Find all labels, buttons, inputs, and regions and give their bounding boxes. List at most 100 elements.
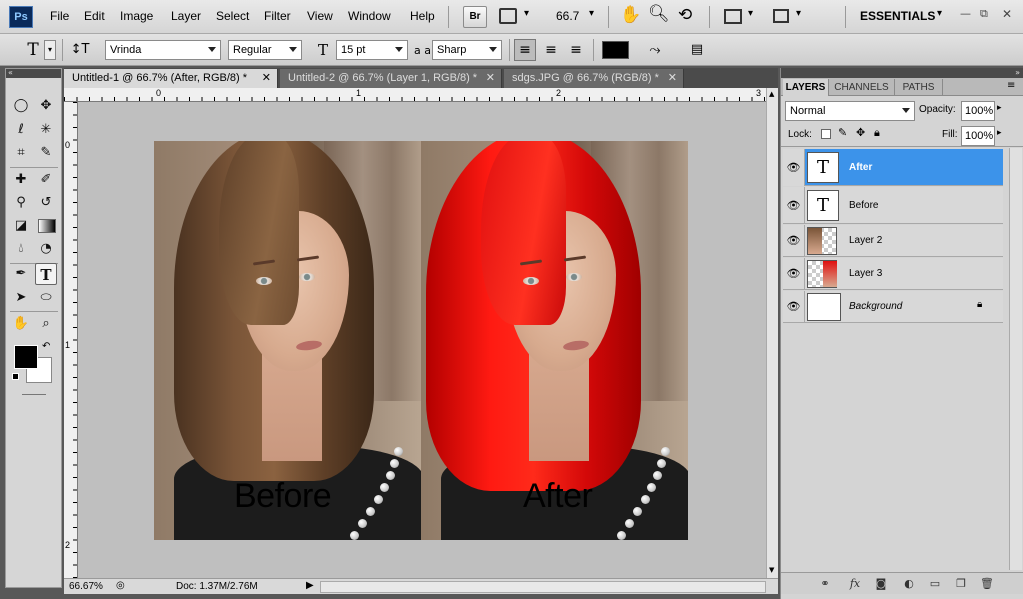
restore-button[interactable]: ⧉ (980, 7, 988, 21)
status-menu-arrow-icon[interactable]: ▶ (306, 580, 314, 591)
adjustment-layer-icon[interactable]: ◐ (901, 576, 917, 592)
minibridge-icon[interactable] (499, 8, 517, 24)
character-panel-icon[interactable]: ▤ (686, 39, 708, 61)
status-zoom[interactable]: 66.67% (69, 581, 103, 592)
screen-mode-chevron-icon[interactable]: ▾ (796, 8, 801, 19)
tools-panel-collapse[interactable]: « (6, 69, 61, 78)
ellipse-tool-icon[interactable]: ⬭ (35, 287, 57, 309)
close-icon[interactable]: ✕ (262, 69, 271, 87)
menu-filter[interactable]: Filter (264, 9, 291, 23)
layer-mask-icon[interactable]: ◙ (873, 576, 889, 592)
new-group-icon[interactable]: ▭ (927, 576, 943, 592)
blend-mode-select[interactable]: Normal (785, 101, 915, 121)
menu-help[interactable]: Help (410, 9, 435, 23)
close-button[interactable]: ✕ (1002, 7, 1012, 21)
align-left-icon[interactable]: ≡ (514, 39, 536, 61)
scroll-up-icon[interactable]: ▲ (769, 90, 774, 98)
zoom-chevron-icon[interactable]: ▾ (589, 8, 594, 19)
tab-layers[interactable]: LAYERS (783, 79, 829, 96)
menu-view[interactable]: View (307, 9, 333, 23)
arrange-chevron-icon[interactable]: ▾ (748, 8, 753, 19)
dodge-tool-icon[interactable]: ◔ (35, 238, 57, 260)
lock-all-icon[interactable]: 🔒︎ (874, 126, 880, 140)
fill-input[interactable]: 100% (961, 126, 995, 146)
text-orientation-icon[interactable]: ↕T (69, 39, 91, 61)
tab-untitled-1[interactable]: Untitled-1 @ 66.7% (After, RGB/8) * ✕ (64, 69, 278, 88)
eye-icon[interactable]: 👁︎ (783, 149, 805, 186)
vertical-scrollbar[interactable]: ▲ ▼ (766, 88, 778, 578)
layer-after[interactable]: 👁︎ T After (783, 149, 1003, 186)
text-tool-preset-icon[interactable]: T (22, 39, 44, 61)
opacity-input[interactable]: 100% (961, 101, 995, 121)
link-layers-icon[interactable]: ⚭ (817, 576, 833, 592)
eye-icon[interactable]: 👁︎ (783, 187, 805, 224)
text-color-swatch[interactable] (602, 41, 629, 59)
history-brush-tool-icon[interactable]: ↺ (35, 192, 57, 214)
layers-scrollbar[interactable] (1009, 148, 1022, 570)
menu-file[interactable]: File (50, 9, 69, 23)
document-canvas[interactable]: Before After (154, 141, 688, 540)
quick-mask-icon[interactable] (22, 394, 46, 395)
before-text-layer[interactable]: Before (234, 477, 332, 516)
eye-icon[interactable]: 👁︎ (783, 258, 805, 290)
layer-3[interactable]: 👁︎ Layer 3 (783, 258, 1003, 290)
zoom-level[interactable]: 66.7 (556, 9, 579, 23)
screen-mode-icon[interactable] (773, 9, 789, 23)
workspace-chevron-icon[interactable]: ▾ (937, 8, 942, 19)
lasso-tool-icon[interactable]: ℓ (10, 119, 32, 141)
menu-edit[interactable]: Edit (84, 9, 105, 23)
layer-2[interactable]: 👁︎ Layer 2 (783, 225, 1003, 257)
type-tool-icon[interactable]: T (35, 263, 57, 285)
layer-style-icon[interactable]: fx (847, 576, 863, 592)
lock-pixels-icon[interactable]: ✎ (838, 126, 847, 139)
swap-colors-icon[interactable]: ↶ (42, 341, 50, 352)
after-text-layer[interactable]: After (523, 477, 593, 516)
zoom-icon[interactable]: 🔍︎ (648, 4, 670, 24)
panel-menu-icon[interactable]: ≡ (1007, 80, 1015, 91)
layer-name[interactable]: Background (849, 301, 902, 312)
layer-before[interactable]: 👁︎ T Before (783, 187, 1003, 224)
tool-preset-chevron-icon[interactable]: ▾ (44, 40, 56, 60)
align-center-icon[interactable]: ≡ (540, 39, 562, 61)
hand-tool-icon[interactable]: ✋ (10, 313, 32, 335)
tab-paths[interactable]: PATHS (895, 79, 943, 96)
menu-image[interactable]: Image (120, 9, 153, 23)
font-size-select[interactable]: 15 pt (336, 40, 408, 60)
panel-collapse[interactable]: » (781, 68, 1023, 78)
eye-icon[interactable]: 👁︎ (783, 225, 805, 257)
arrange-documents-icon[interactable] (724, 9, 742, 24)
photoshop-logo[interactable]: Ps (9, 6, 33, 28)
opacity-slider-icon[interactable]: ▸ (997, 103, 1002, 113)
gradient-tool-icon[interactable] (38, 219, 56, 233)
close-icon[interactable]: ✕ (668, 69, 677, 87)
warp-text-icon[interactable]: ⤳ (644, 39, 666, 61)
eyedropper-tool-icon[interactable]: ✎ (35, 142, 57, 164)
scroll-down-icon[interactable]: ▼ (769, 566, 774, 574)
default-colors-icon[interactable] (12, 373, 19, 380)
workspace-switcher[interactable]: ESSENTIALS (860, 9, 935, 23)
font-family-select[interactable]: Vrinda (105, 40, 221, 60)
path-selection-tool-icon[interactable]: ➤ (10, 287, 32, 309)
foreground-color-front[interactable] (14, 345, 38, 369)
eraser-tool-icon[interactable]: ◪ (10, 215, 32, 237)
delete-layer-icon[interactable]: 🗑︎ (979, 576, 995, 592)
zoom-tool-icon[interactable]: ⌕ (35, 313, 57, 335)
status-info-icon[interactable]: ◎ (116, 580, 125, 591)
crop-tool-icon[interactable]: ⌗ (10, 142, 32, 164)
menu-window[interactable]: Window (348, 9, 391, 23)
align-right-icon[interactable]: ≡ (565, 39, 587, 61)
move-tool-icon[interactable]: ✥ (35, 95, 57, 117)
clone-stamp-tool-icon[interactable]: ⚲ (10, 192, 32, 214)
antialias-select[interactable]: Sharp (432, 40, 502, 60)
minimize-button[interactable]: — (960, 7, 971, 20)
chevron-down-icon[interactable]: ▾ (524, 8, 529, 19)
fill-slider-icon[interactable]: ▸ (997, 128, 1002, 138)
hand-icon[interactable]: ✋ (620, 5, 641, 25)
healing-brush-tool-icon[interactable]: ✚ (10, 169, 32, 191)
tab-channels[interactable]: CHANNELS (829, 79, 895, 96)
pen-tool-icon[interactable]: ✒ (10, 263, 32, 285)
horizontal-scrollbar[interactable] (320, 581, 766, 593)
brush-tool-icon[interactable]: ✐ (35, 169, 57, 191)
menu-select[interactable]: Select (216, 9, 249, 23)
new-layer-icon[interactable]: ❐ (953, 576, 969, 592)
